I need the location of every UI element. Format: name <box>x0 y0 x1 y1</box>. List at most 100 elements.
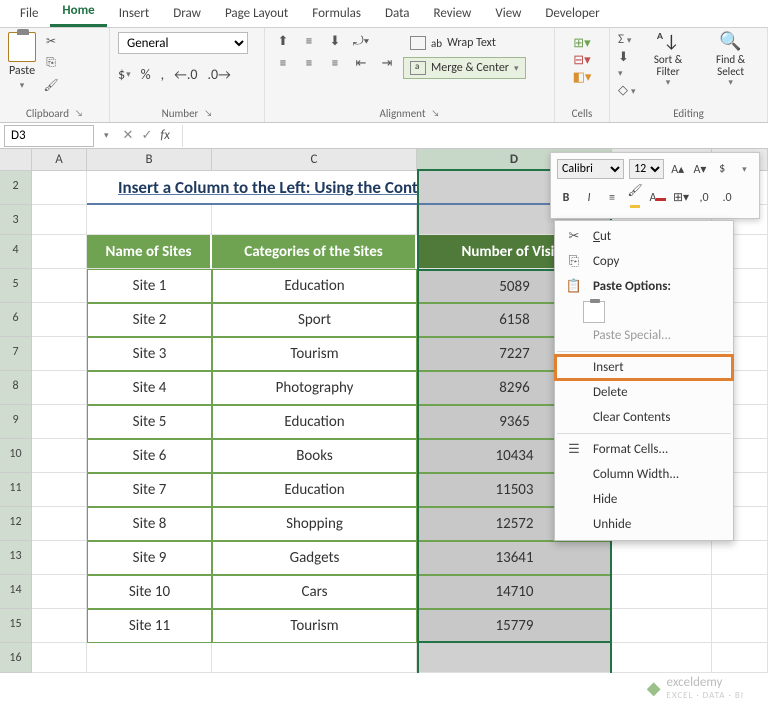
cell[interactable] <box>32 205 87 235</box>
find-select-button[interactable]: 🔍 Find & Select▾ <box>702 32 759 88</box>
align-middle-icon[interactable]: ≡ <box>299 32 319 50</box>
align-left-icon[interactable]: ≡ <box>273 54 293 72</box>
cell[interactable] <box>32 507 87 541</box>
tab-developer[interactable]: Developer <box>533 1 611 27</box>
align-bottom-icon[interactable]: ⬇ <box>325 32 345 50</box>
table-cell-site[interactable]: Site 11 <box>87 609 212 643</box>
paste-option-button[interactable] <box>583 301 605 323</box>
table-cell-site[interactable]: Site 9 <box>87 541 212 575</box>
col-header-a[interactable]: A <box>32 149 87 171</box>
table-cell-visits[interactable]: 13641 <box>417 541 612 575</box>
italic-button[interactable]: I <box>580 191 598 205</box>
chevron-down-icon[interactable]: ▾ <box>736 164 753 175</box>
cell[interactable] <box>712 643 768 673</box>
table-cell-site[interactable]: Site 3 <box>87 337 212 371</box>
table-cell-site[interactable]: Site 10 <box>87 575 212 609</box>
table-cell-category[interactable]: Cars <box>212 575 417 609</box>
bold-button[interactable]: B <box>557 191 575 205</box>
tab-review[interactable]: Review <box>422 1 484 27</box>
cell[interactable] <box>32 337 87 371</box>
table-cell-category[interactable]: Tourism <box>212 337 417 371</box>
name-box[interactable] <box>4 125 94 147</box>
table-cell-site[interactable]: Site 2 <box>87 303 212 337</box>
row-header[interactable]: 6 <box>0 303 32 337</box>
cell[interactable] <box>32 235 87 269</box>
cell[interactable] <box>32 643 87 673</box>
tab-home[interactable]: Home <box>50 0 106 27</box>
decrease-decimal-mini[interactable]: .0 <box>718 191 736 205</box>
dialog-launcher-icon[interactable]: ↘ <box>75 108 83 119</box>
dialog-launcher-icon[interactable]: ↘ <box>432 108 440 119</box>
enter-formula-icon[interactable]: ✓ <box>141 128 152 143</box>
tab-page-layout[interactable]: Page Layout <box>213 1 300 27</box>
cell[interactable] <box>32 371 87 405</box>
tab-data[interactable]: Data <box>373 1 422 27</box>
row-header[interactable]: 15 <box>0 609 32 643</box>
table-cell-category[interactable]: Education <box>212 405 417 439</box>
tab-view[interactable]: View <box>483 1 533 27</box>
decrease-decimal-button[interactable]: .0→ <box>207 66 230 83</box>
cell[interactable] <box>212 643 417 673</box>
table-header[interactable]: Name of Sites <box>87 235 212 269</box>
sort-filter-button[interactable]: ᴬ↓ Sort & Filter▾ <box>642 32 694 88</box>
mini-size-select[interactable]: 12 <box>629 159 664 179</box>
currency-button[interactable]: $▾ <box>118 66 131 83</box>
title-cell[interactable]: Insert a Column to the Left: Using the C… <box>212 171 417 205</box>
copy-icon[interactable]: ⎘ <box>42 54 60 72</box>
tab-file[interactable]: File <box>8 1 50 27</box>
cm-copy[interactable]: ⎘Copy <box>555 249 733 274</box>
insert-cells-icon[interactable]: ⊞▾ <box>573 36 590 51</box>
cell[interactable] <box>32 269 87 303</box>
cell[interactable] <box>32 303 87 337</box>
decrease-indent-icon[interactable]: ⇤ <box>351 54 371 72</box>
borders-button[interactable]: ⊞▾ <box>672 190 690 205</box>
tab-insert[interactable]: Insert <box>107 1 162 27</box>
row-header[interactable]: 12 <box>0 507 32 541</box>
row-header[interactable]: 14 <box>0 575 32 609</box>
row-header[interactable]: 9 <box>0 405 32 439</box>
tab-draw[interactable]: Draw <box>161 1 213 27</box>
cell[interactable] <box>612 541 712 575</box>
cell[interactable] <box>32 171 87 205</box>
table-cell-site[interactable]: Site 7 <box>87 473 212 507</box>
formula-bar[interactable] <box>182 125 768 147</box>
percent-button[interactable]: % <box>141 66 151 83</box>
table-cell-category[interactable]: Books <box>212 439 417 473</box>
table-cell-site[interactable]: Site 4 <box>87 371 212 405</box>
cell[interactable] <box>212 205 417 235</box>
cell[interactable] <box>87 205 212 235</box>
cm-unhide[interactable]: Unhide <box>555 512 733 537</box>
row-header[interactable]: 8 <box>0 371 32 405</box>
format-painter-icon[interactable]: 🖌 <box>42 76 60 94</box>
number-format-select[interactable]: General <box>118 32 248 54</box>
table-cell-category[interactable]: Tourism <box>212 609 417 643</box>
cell[interactable] <box>32 609 87 643</box>
row-header[interactable]: 11 <box>0 473 32 507</box>
cell[interactable] <box>417 643 612 673</box>
row-header[interactable]: 5 <box>0 269 32 303</box>
table-cell-category[interactable]: Education <box>212 473 417 507</box>
align-right-icon[interactable]: ≡ <box>325 54 345 72</box>
table-cell-category[interactable]: Shopping <box>212 507 417 541</box>
row-header[interactable]: 7 <box>0 337 32 371</box>
mini-font-select[interactable]: Calibri <box>557 159 624 179</box>
row-header[interactable]: 13 <box>0 541 32 575</box>
cell[interactable] <box>712 609 768 643</box>
font-color-button[interactable]: A <box>649 191 667 205</box>
row-header-4[interactable]: 4 <box>0 235 32 269</box>
row-header[interactable]: 10 <box>0 439 32 473</box>
cell[interactable] <box>32 541 87 575</box>
table-cell-site[interactable]: Site 6 <box>87 439 212 473</box>
delete-cells-icon[interactable]: ⊟▾ <box>573 53 590 68</box>
currency-mini-button[interactable]: $ <box>714 162 731 176</box>
table-cell-visits[interactable]: 14710 <box>417 575 612 609</box>
table-cell-site[interactable]: Site 5 <box>87 405 212 439</box>
cm-format-cells[interactable]: ☰Format Cells... <box>555 437 733 462</box>
row-header-2[interactable]: 2 <box>0 171 32 205</box>
wrap-text-button[interactable]: abWrap Text <box>403 32 526 54</box>
increase-decimal-button[interactable]: ←.0 <box>174 66 197 83</box>
table-cell-visits[interactable]: 15779 <box>417 609 612 643</box>
cm-insert[interactable]: Insert <box>555 355 733 380</box>
cell[interactable] <box>32 473 87 507</box>
row-header-16[interactable]: 16 <box>0 643 32 673</box>
